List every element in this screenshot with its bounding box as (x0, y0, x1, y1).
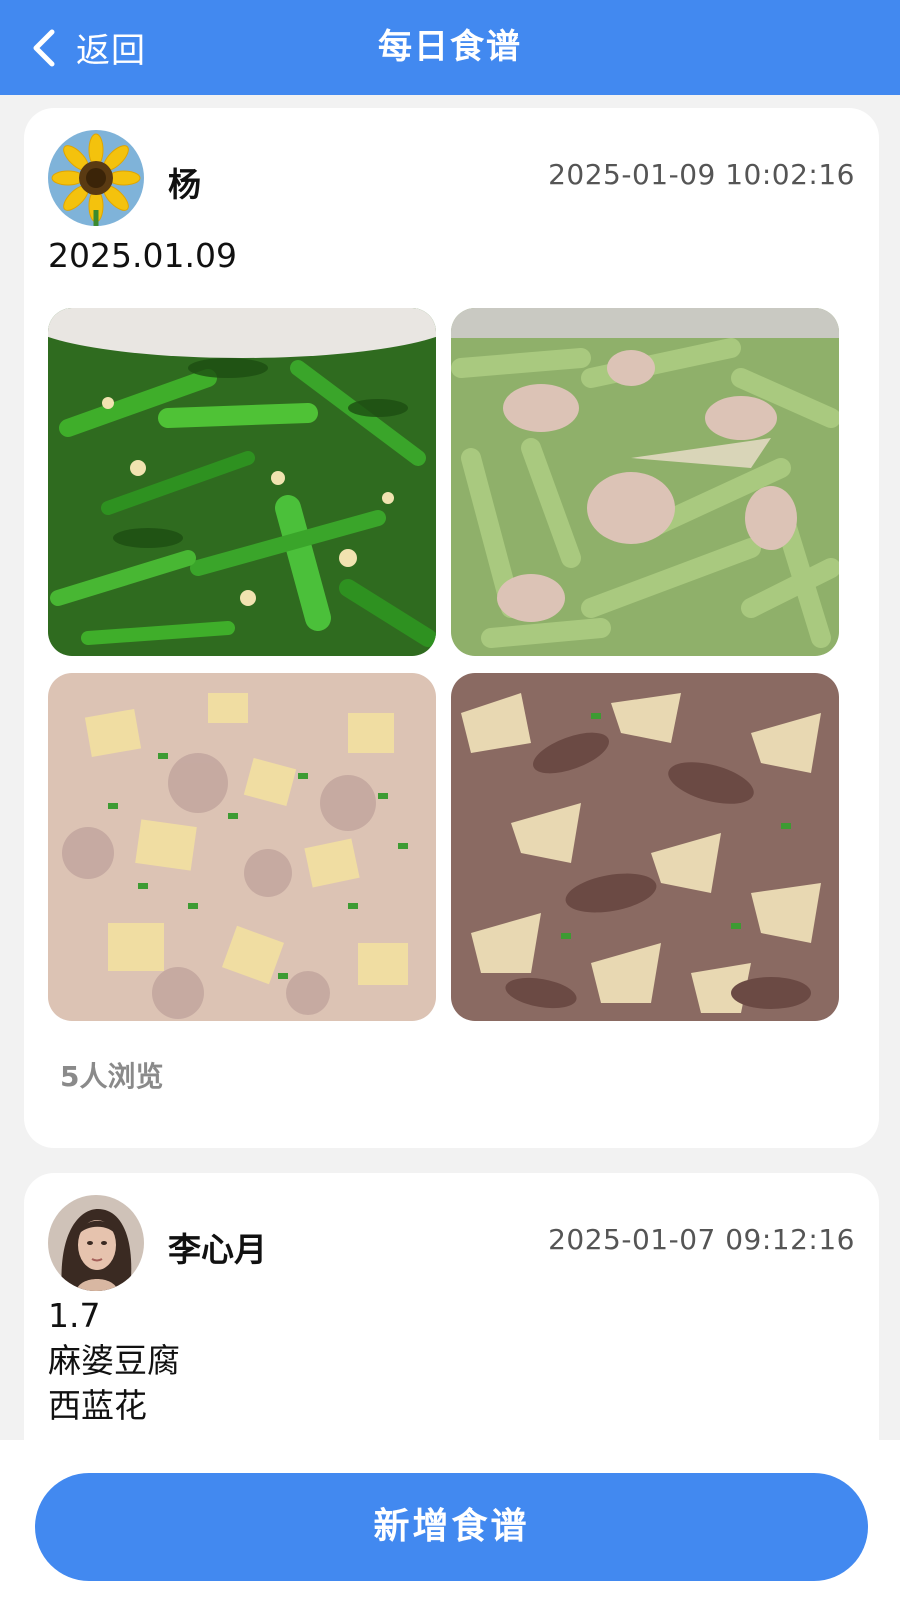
recipe-post-card[interactable]: 李心月 2025-01-07 09:12:16 1.7 麻婆豆腐 西蓝花 (24, 1173, 879, 1440)
stir-fried-greens-photo[interactable] (48, 308, 436, 656)
add-recipe-button[interactable]: 新增食谱 (35, 1473, 868, 1581)
green-beans-with-pork-photo[interactable] (451, 308, 839, 656)
view-count: 5人浏览 (60, 1060, 164, 1093)
woman-portrait-avatar[interactable] (48, 1195, 144, 1291)
bottom-action-bar: 新增食谱 (0, 1440, 900, 1600)
back-button[interactable]: 返回 (30, 0, 146, 95)
post-timestamp: 2025-01-09 10:02:16 (548, 158, 855, 191)
post-author: 杨 (168, 165, 201, 204)
post-text: 2025.01.09 (48, 236, 237, 275)
post-text: 1.7 麻婆豆腐 西蓝花 (48, 1296, 180, 1425)
recipe-post-card[interactable]: 杨 2025-01-09 10:02:16 2025.01.09 5人浏览 (24, 108, 879, 1148)
sunflower-avatar[interactable] (48, 130, 144, 226)
back-label: 返回 (76, 31, 146, 71)
recipe-feed[interactable]: 杨 2025-01-09 10:02:16 2025.01.09 5人浏览 李心… (0, 95, 900, 1440)
top-bar: 返回 每日食谱 (0, 0, 900, 95)
post-timestamp: 2025-01-07 09:12:16 (548, 1223, 855, 1256)
chevron-left-icon (33, 29, 55, 66)
post-author: 李心月 (168, 1230, 267, 1269)
beef-with-tofu-skin-photo[interactable] (451, 673, 839, 1021)
potato-with-minced-pork-photo[interactable] (48, 673, 436, 1021)
